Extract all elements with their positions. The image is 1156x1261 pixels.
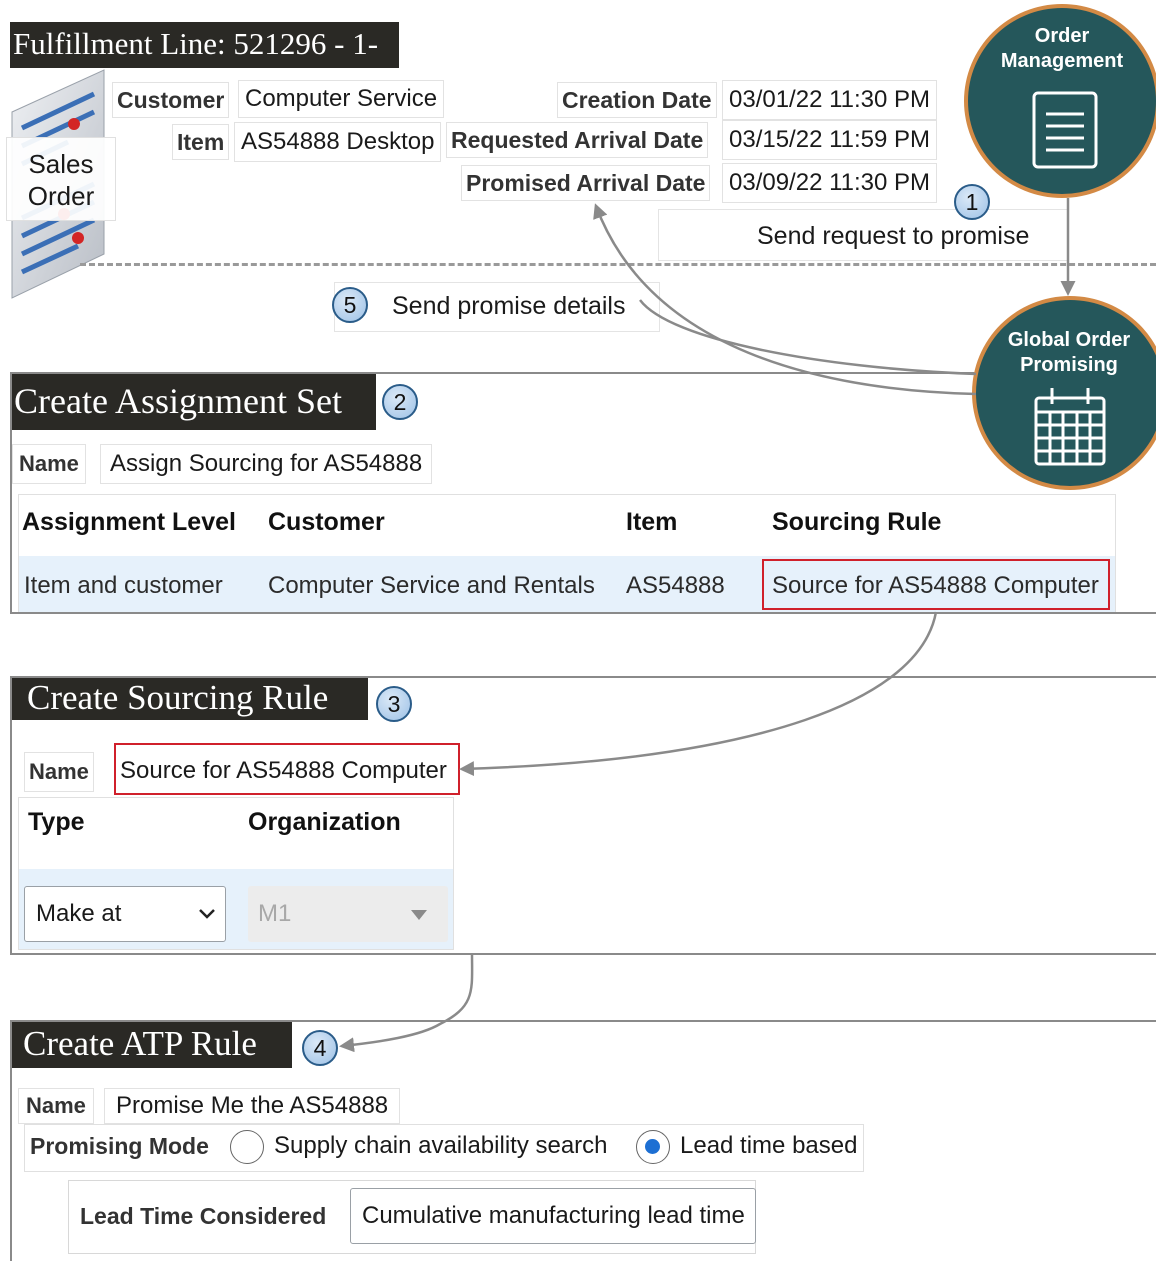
- arrow-promise-details-outer: [593, 203, 977, 396]
- connector-arrows: [339, 198, 1076, 1053]
- arrow-to-sourcing: [459, 611, 938, 777]
- arrow-to-atp: [339, 952, 474, 1053]
- arrow-promise-details-inner: [639, 299, 977, 376]
